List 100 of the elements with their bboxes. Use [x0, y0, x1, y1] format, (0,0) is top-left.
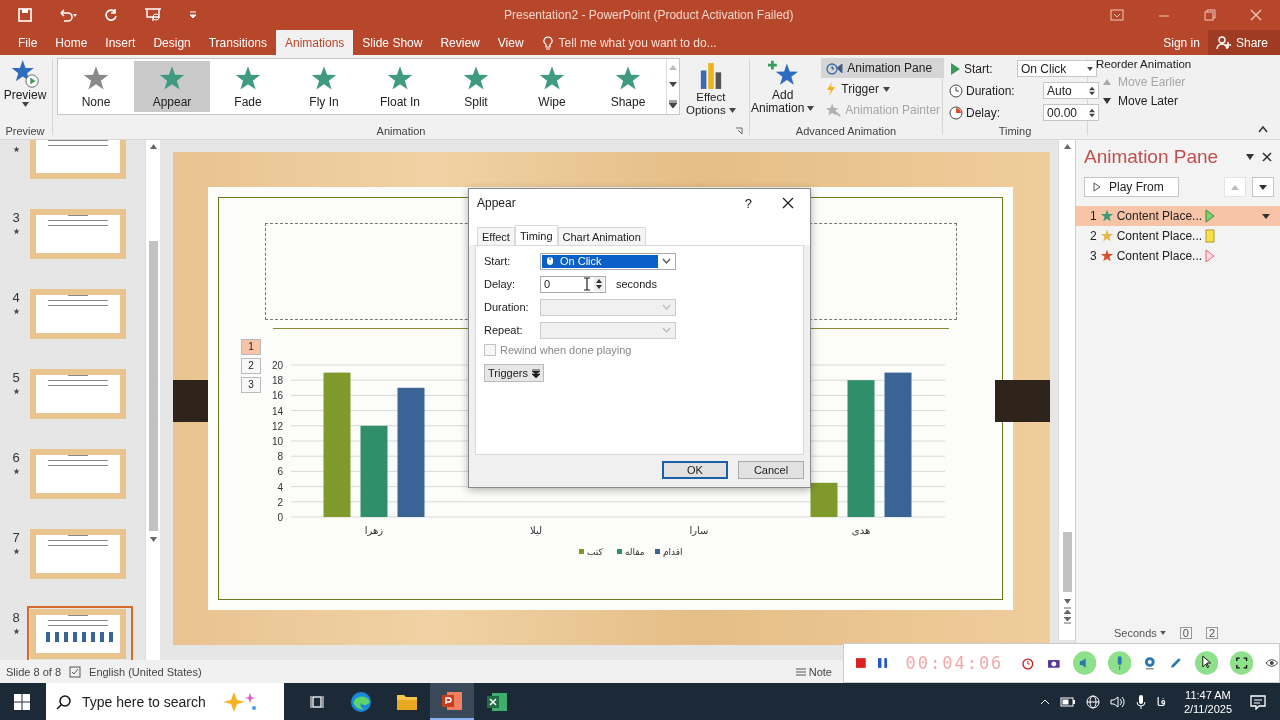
- save-icon[interactable]: [18, 8, 32, 22]
- move-down-button[interactable]: [1252, 177, 1274, 197]
- spreadsheet-app-icon[interactable]: [486, 691, 508, 712]
- add-animation-button[interactable]: Add Animation: [747, 58, 818, 120]
- help-button[interactable]: ?: [744, 195, 752, 211]
- animation-option[interactable]: Shape: [590, 61, 666, 112]
- more-icon[interactable]: [669, 99, 677, 108]
- share-button[interactable]: Share: [1207, 30, 1280, 55]
- pause-icon[interactable]: [877, 658, 888, 668]
- pen-icon[interactable]: [1169, 656, 1183, 670]
- dialog-tab[interactable]: Timing: [514, 225, 558, 245]
- sequence-tag[interactable]: 1: [241, 339, 261, 355]
- fullscreen-icon[interactable]: [1230, 651, 1254, 675]
- slide-thumbnail[interactable]: [27, 606, 133, 660]
- scroll-up-icon[interactable]: [149, 144, 157, 149]
- animation-list-item[interactable]: 2 Content Place...: [1076, 226, 1280, 246]
- browser-icon[interactable]: [350, 690, 372, 713]
- ok-button[interactable]: OK: [662, 461, 728, 479]
- notes-button[interactable]: Note: [795, 665, 832, 678]
- dialog-tab[interactable]: Effect: [477, 227, 515, 245]
- taskbar-clock[interactable]: 11:47 AM 2/11/2025: [1183, 687, 1232, 716]
- sequence-tag[interactable]: 2: [241, 358, 261, 374]
- spin-arrows-icon[interactable]: [1089, 84, 1095, 97]
- cancel-button[interactable]: Cancel: [738, 461, 804, 479]
- dropdown-field[interactable]: On Click: [540, 252, 676, 270]
- globe-icon[interactable]: [1086, 694, 1101, 709]
- speaker-icon[interactable]: [1110, 694, 1127, 709]
- scroll-down-icon[interactable]: [669, 82, 677, 88]
- cursor-icon[interactable]: [1194, 651, 1218, 675]
- scroll-down-icon[interactable]: [1063, 599, 1071, 604]
- animation-option[interactable]: Fly In: [286, 61, 362, 112]
- next-slide-icon[interactable]: [1063, 617, 1071, 624]
- animation-option[interactable]: Fade: [210, 61, 286, 112]
- play-from-button[interactable]: Play From: [1084, 177, 1179, 197]
- animation-option[interactable]: Float In: [362, 61, 438, 112]
- presentation-app-button[interactable]: [430, 683, 474, 720]
- language-indicator[interactable]: English (United States): [89, 665, 202, 678]
- spelling-icon[interactable]: [69, 665, 82, 678]
- ribbon-tab[interactable]: File: [9, 30, 47, 55]
- animation-option[interactable]: Wipe: [514, 61, 590, 112]
- sign-in-link[interactable]: Sign in: [1155, 30, 1208, 55]
- close-icon[interactable]: [782, 197, 794, 209]
- spin-arrows-icon[interactable]: [1089, 106, 1095, 119]
- windows-start-icon[interactable]: [14, 693, 30, 710]
- ribbon-tab[interactable]: Review: [431, 30, 489, 55]
- ribbon-tab[interactable]: Design: [144, 30, 200, 55]
- effect-options-button[interactable]: Effect Options: [683, 60, 739, 118]
- ribbon-tab[interactable]: Transitions: [199, 30, 276, 55]
- animation-option[interactable]: Appear: [134, 61, 210, 112]
- taskbar-search-field[interactable]: Type here to search: [46, 683, 284, 720]
- webcam-icon[interactable]: [1143, 656, 1157, 670]
- triggers-button[interactable]: Triggers: [484, 364, 544, 382]
- preview-button[interactable]: Preview: [0, 58, 50, 108]
- microphone-icon[interactable]: [1136, 693, 1147, 710]
- camera-icon[interactable]: [1047, 657, 1061, 669]
- delay-field[interactable]: 00.00: [1043, 104, 1099, 121]
- ribbon-tab[interactable]: View: [488, 30, 533, 55]
- battery-icon[interactable]: [1060, 696, 1077, 707]
- animation-option[interactable]: None: [58, 61, 134, 112]
- move-later-button[interactable]: Move Later: [1096, 94, 1179, 108]
- timeline-scale-dropdown[interactable]: Seconds: [1114, 627, 1166, 639]
- task-view-icon[interactable]: [310, 693, 326, 710]
- animation-option[interactable]: Split: [438, 61, 514, 112]
- eye-icon[interactable]: [1265, 658, 1279, 668]
- scroll-thumb[interactable]: [148, 241, 158, 531]
- show-hidden-icons-icon[interactable]: [1040, 698, 1051, 705]
- ribbon-display-icon[interactable]: [1110, 9, 1124, 21]
- input-language[interactable]: فا: [1156, 694, 1166, 709]
- scroll-thumb[interactable]: [1062, 532, 1072, 592]
- ribbon-tab[interactable]: Insert: [96, 30, 145, 55]
- restore-icon[interactable]: [1204, 9, 1216, 21]
- thumbnail-scrollbar[interactable]: [145, 140, 160, 660]
- notification-icon[interactable]: [1250, 693, 1266, 710]
- scroll-down-icon[interactable]: [149, 537, 157, 542]
- tell-me-field[interactable]: Tell me what you want to do...: [542, 30, 717, 55]
- folder-icon[interactable]: [396, 692, 418, 711]
- caret-icon[interactable]: [1262, 213, 1270, 219]
- animation-pane-button[interactable]: Animation Pane: [821, 58, 945, 78]
- animation-list-item[interactable]: 1 Content Place...: [1076, 206, 1280, 226]
- ribbon-tab[interactable]: Home: [46, 30, 97, 55]
- spin-field[interactable]: 0: [540, 275, 606, 293]
- dialog-tab[interactable]: Chart Animation: [557, 227, 646, 245]
- spin-arrows-icon[interactable]: [594, 277, 604, 291]
- trigger-button[interactable]: Trigger: [821, 79, 945, 99]
- presentation-icon[interactable]: [144, 7, 162, 23]
- chevron-down-icon[interactable]: [661, 258, 671, 264]
- previous-slide-icon[interactable]: [1063, 607, 1071, 614]
- start-dropdown[interactable]: On Click: [1017, 60, 1097, 77]
- scroll-up-icon[interactable]: [1063, 144, 1071, 149]
- duration-field[interactable]: Auto: [1043, 82, 1099, 99]
- close-icon[interactable]: [1262, 152, 1272, 162]
- sequence-tag[interactable]: 3: [241, 377, 261, 393]
- collapse-ribbon-icon[interactable]: [1258, 125, 1268, 133]
- ribbon-tab[interactable]: Animations: [276, 30, 354, 55]
- pane-options-icon[interactable]: [1246, 154, 1254, 160]
- slide-scrollbar[interactable]: [1058, 140, 1075, 640]
- customize-icon[interactable]: [188, 9, 198, 21]
- dialog-launcher-icon[interactable]: [735, 127, 743, 135]
- redo-icon[interactable]: [104, 8, 118, 22]
- animation-list-item[interactable]: 3 Content Place...: [1076, 246, 1280, 266]
